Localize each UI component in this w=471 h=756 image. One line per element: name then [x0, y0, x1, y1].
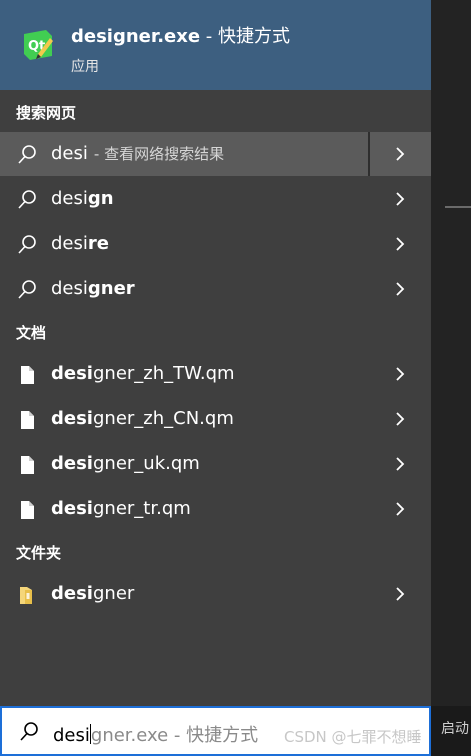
document-icon — [21, 456, 34, 474]
folder-icon — [20, 587, 32, 604]
document-result-text: designer_zh_TW.qm — [51, 363, 235, 384]
chevron-right-icon[interactable] — [392, 366, 408, 382]
folder-result-text: designer — [51, 583, 135, 604]
chevron-right-icon[interactable] — [392, 456, 408, 472]
qt-designer-icon: Qt — [24, 30, 53, 60]
web-result-text: desi - 查看网络搜索结果 — [51, 143, 225, 164]
divider — [368, 132, 370, 176]
document-icon — [21, 411, 34, 429]
document-result-text: designer_uk.qm — [51, 453, 200, 474]
search-results-panel: Qt designer.exe - 快捷方式 应用 搜索网页 desi - 查看网… — [0, 0, 431, 756]
taskbar-area: 启动 — [431, 706, 471, 756]
document-icon — [21, 501, 34, 519]
chevron-right-icon[interactable] — [392, 236, 408, 252]
chevron-right-icon[interactable] — [392, 586, 408, 602]
web-result-text: design — [51, 188, 114, 209]
best-match-item[interactable]: Qt designer.exe - 快捷方式 应用 — [0, 0, 431, 90]
background-window: 启动 — [431, 0, 471, 756]
document-result-text: designer_zh_CN.qm — [51, 408, 234, 429]
document-result-row[interactable]: designer_uk.qm — [0, 442, 431, 486]
document-result-text: designer_tr.qm — [51, 498, 191, 519]
folder-result-row[interactable]: designer — [0, 572, 431, 616]
chevron-right-icon[interactable] — [392, 281, 408, 297]
web-result-row[interactable]: desire — [0, 222, 431, 266]
search-icon — [18, 280, 36, 299]
search-icon — [18, 190, 36, 209]
chevron-right-icon[interactable] — [392, 191, 408, 207]
document-result-row[interactable]: designer_tr.qm — [0, 487, 431, 531]
chevron-right-icon[interactable] — [392, 501, 408, 517]
search-icon — [18, 235, 36, 254]
section-folders: 文件夹 — [16, 544, 62, 562]
watermark: CSDN @七罪不想睡 — [284, 728, 422, 746]
web-result-row[interactable]: designer — [0, 267, 431, 311]
web-result-row[interactable]: desi - 查看网络搜索结果 — [0, 132, 431, 176]
section-documents: 文档 — [16, 324, 47, 342]
search-icon — [18, 145, 36, 164]
web-result-text: designer — [51, 278, 135, 299]
section-web: 搜索网页 — [16, 104, 77, 122]
search-autocomplete: gner.exe - 快捷方式 — [90, 725, 259, 746]
document-result-row[interactable]: designer_zh_TW.qm — [0, 352, 431, 396]
document-icon — [21, 366, 34, 384]
web-result-text: desire — [51, 233, 109, 254]
chevron-right-icon[interactable] — [392, 146, 408, 162]
search-input[interactable]: designer.exe - 快捷方式 — [53, 721, 258, 747]
document-result-row[interactable]: designer_zh_CN.qm — [0, 397, 431, 441]
best-match-title: designer.exe - 快捷方式 — [71, 26, 291, 47]
search-icon — [20, 722, 38, 741]
web-result-row[interactable]: design — [0, 177, 431, 221]
best-match-subtitle: 应用 — [71, 59, 99, 75]
divider — [445, 206, 471, 208]
chevron-right-icon[interactable] — [392, 411, 408, 427]
taskbar-partial-text: 启动 — [441, 721, 469, 737]
